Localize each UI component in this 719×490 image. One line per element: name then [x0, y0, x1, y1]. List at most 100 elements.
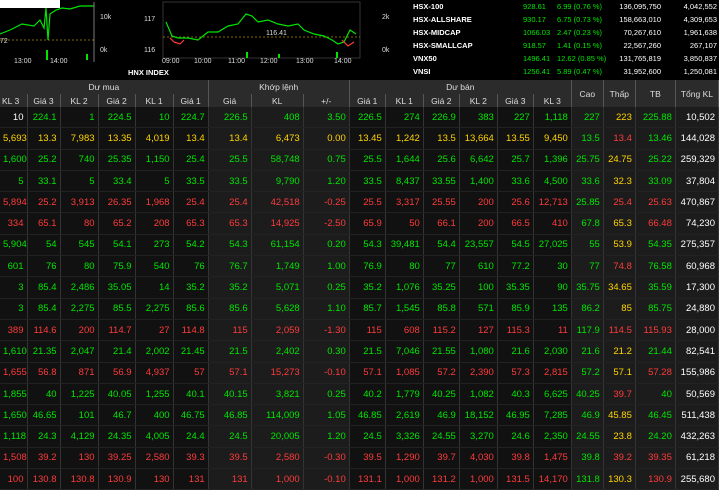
- stock-row[interactable]: 389 114.6 200 114.7 27 114.8 115 2,059 -1.30 115 6…: [0, 319, 719, 342]
- stock-row[interactable]: 10 224.1 1 224.5 10 224.7 226.5 408 3.50 226.5 274…: [0, 107, 719, 129]
- table-cell: 24.5: [208, 425, 252, 448]
- table-cell: 65.3: [173, 212, 209, 235]
- table-cell: 33.55: [423, 170, 460, 193]
- table-cell: 67.8: [571, 212, 604, 235]
- col-header[interactable]: Giá 2: [423, 94, 460, 107]
- col-header-total-volume[interactable]: Tổng KL: [675, 80, 719, 107]
- stock-row[interactable]: 1,650 46.65 101 46.7 400 46.75 46.85 114,009 1.0…: [0, 404, 719, 427]
- hnx-y-right-label: 0k: [382, 47, 390, 54]
- table-cell: 224.1: [27, 107, 61, 129]
- stock-row[interactable]: 3 85.4 2,275 85.5 2,275 85.6 85.6 5,628 1.10 85.7…: [0, 298, 719, 320]
- table-cell: 1,242: [385, 127, 424, 150]
- table-cell: 224.5: [98, 107, 136, 129]
- table-cell: 76: [173, 255, 209, 278]
- index-row[interactable]: VNSI 1256.41 5.89 (0.47 %) 31,952,600 1,250,…: [411, 65, 719, 78]
- col-header-low[interactable]: Thấp: [603, 80, 636, 107]
- table-cell: 21.5: [208, 340, 252, 363]
- index-row[interactable]: HSX-ALLSHARE 930.17 6.75 (0.73 %) 158,663,0…: [411, 13, 719, 26]
- col-header[interactable]: KL 3: [533, 94, 572, 107]
- index-row[interactable]: HSX-100 928.61 6.99 (0.76 %) 136,095,750 4,0…: [411, 0, 719, 13]
- table-cell: 130.9: [635, 468, 676, 490]
- table-cell: 25.7: [497, 149, 534, 171]
- col-header[interactable]: Giá: [208, 94, 252, 107]
- col-header[interactable]: Giá 3: [497, 94, 534, 107]
- stock-row[interactable]: 5 33.1 5 33.4 5 33.5 33.5 9,790 1.20 33.5 8,437 33.…: [0, 170, 719, 193]
- table-cell: 100: [459, 276, 498, 299]
- table-cell: 274: [385, 107, 424, 129]
- col-header[interactable]: KL 1: [385, 94, 424, 107]
- index-change: 2.47 (0.23 %): [557, 28, 603, 37]
- stock-row[interactable]: 334 65.1 80 65.2 208 65.3 65.3 14,925 -2.50 65.9 5…: [0, 212, 719, 235]
- table-cell: 80: [60, 255, 99, 278]
- col-header[interactable]: KL 3: [0, 94, 28, 107]
- stock-row[interactable]: 1,508 39.2 130 39.25 2,580 39.3 39.5 2,580 -0.30…: [0, 447, 719, 470]
- table-cell: 77: [571, 255, 604, 278]
- col-header[interactable]: Giá 3: [27, 94, 61, 107]
- col-header[interactable]: KL: [251, 94, 304, 107]
- index-row[interactable]: HSX-SMALLCAP 918.57 1.41 (0.15 %) 22,567,26…: [411, 39, 719, 52]
- table-cell: 39.7: [603, 383, 636, 406]
- table-cell: 21.55: [423, 340, 460, 363]
- index-row[interactable]: HSX-MIDCAP 1066.03 2.47 (0.23 %) 70,267,610…: [411, 26, 719, 39]
- stock-row[interactable]: 5,693 13.3 7,983 13.35 4,019 13.4 13.4 6,473 0.0…: [0, 127, 719, 150]
- col-header-avg[interactable]: TB: [635, 80, 676, 107]
- col-header[interactable]: Giá 1: [173, 94, 209, 107]
- col-header[interactable]: Giá 2: [98, 94, 136, 107]
- stock-row[interactable]: 5,904 54 545 54.1 273 54.2 54.3 61,154 0.20 54.3 3…: [0, 234, 719, 257]
- stock-row[interactable]: 100 130.8 130.8 130.9 130 131 131 1,000 -0.10 131…: [0, 468, 719, 490]
- col-header[interactable]: KL 2: [60, 94, 99, 107]
- table-cell: 1,085: [385, 362, 424, 384]
- stock-row[interactable]: 1,855 40 1,225 40.05 1,255 40.1 40.15 3,821 0.25…: [0, 383, 719, 406]
- table-cell: 21.5: [349, 340, 386, 363]
- table-cell: 1.00: [303, 255, 350, 278]
- table-cell: 3.50: [303, 107, 350, 129]
- table-cell: 33.6: [571, 170, 604, 193]
- table-cell: 25.2: [27, 191, 61, 214]
- stock-row[interactable]: 1,610 21.35 2,047 21.4 2,002 21.45 21.5 2,402 0.…: [0, 340, 719, 363]
- table-cell: 15,273: [251, 362, 304, 384]
- table-cell: 2,815: [533, 362, 572, 384]
- table-cell: 1,650: [0, 404, 28, 427]
- stock-row[interactable]: 1,600 25.2 740 25.35 1,150 25.4 25.5 58,748 0.75…: [0, 149, 719, 171]
- col-header[interactable]: KL 2: [459, 94, 498, 107]
- stock-row[interactable]: 1,118 24.3 4,129 24.35 4,005 24.4 24.5 20,005 1.…: [0, 425, 719, 448]
- volume-bar: [278, 54, 280, 58]
- table-cell: 131: [173, 468, 209, 490]
- index-name: VNSI: [413, 67, 431, 76]
- table-cell: 21.4: [98, 340, 136, 363]
- table-cell: 4,030: [459, 447, 498, 470]
- table-cell: 1,082: [459, 383, 498, 406]
- col-header-high[interactable]: Cao: [571, 80, 604, 107]
- table-cell: 273: [135, 234, 174, 257]
- hnx-y-label: 116: [144, 47, 156, 54]
- table-cell: 25.4: [173, 191, 209, 214]
- table-cell: 1,000: [251, 468, 304, 490]
- table-cell: 135: [533, 298, 572, 320]
- col-header[interactable]: Giá 1: [349, 94, 386, 107]
- table-cell: 39.2: [27, 447, 61, 470]
- index-chart-1[interactable]: [0, 0, 120, 64]
- stock-row[interactable]: 3 85.4 2,486 35.05 14 35.2 35.2 5,071 0.25 35.2 1,…: [0, 276, 719, 299]
- stock-row[interactable]: 1,655 56.8 871 56.9 4,937 57 57.1 15,273 -0.10 57…: [0, 362, 719, 384]
- table-cell: 75.9: [98, 255, 136, 278]
- table-cell: 5: [0, 170, 28, 193]
- col-header[interactable]: +/-: [303, 94, 350, 107]
- table-cell: 2,047: [60, 340, 99, 363]
- table-cell: 85.8: [423, 298, 460, 320]
- volume-bar: [86, 54, 88, 60]
- table-cell: 76.58: [635, 255, 676, 278]
- table-cell: 130.8: [27, 468, 61, 490]
- table-cell: 117.9: [571, 319, 604, 342]
- stock-row[interactable]: 601 76 80 75.9 540 76 76.7 1,749 1.00 76.9 80 77 610…: [0, 255, 719, 278]
- table-cell: 470,867: [675, 191, 719, 214]
- table-cell: 24.75: [603, 149, 636, 171]
- index-value-traded: 267,107: [689, 41, 717, 50]
- hnx-index-chart[interactable]: [128, 0, 393, 66]
- stock-row[interactable]: 5,894 25.2 3,913 26.35 1,968 25.4 25.4 42,518 -0…: [0, 191, 719, 214]
- table-cell: 27,025: [533, 234, 572, 257]
- table-cell: 85.4: [27, 298, 61, 320]
- col-header[interactable]: KL 1: [135, 94, 174, 107]
- chart-title-strip: [0, 0, 60, 8]
- table-cell: 40.1: [173, 383, 209, 406]
- index-row[interactable]: VNX50 1496.41 12.62 (0.85 %) 131,765,819 3,8…: [411, 52, 719, 65]
